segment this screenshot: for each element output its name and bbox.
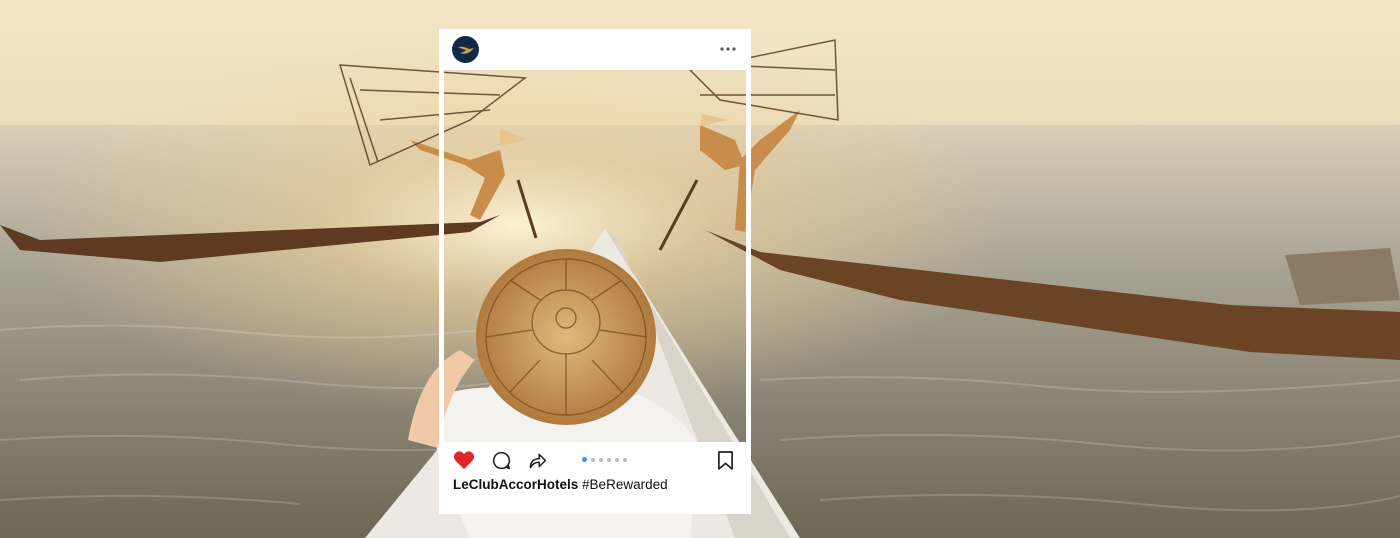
frame-border-left xyxy=(439,70,444,442)
carousel-dot xyxy=(623,457,627,462)
caption-hashtag[interactable]: #BeRewarded xyxy=(582,477,668,492)
carousel-dot xyxy=(607,457,611,462)
carousel-indicator xyxy=(582,457,627,462)
carousel-dot-active xyxy=(582,457,587,462)
frame-border-right xyxy=(746,70,751,442)
heart-filled-icon[interactable] xyxy=(452,448,476,472)
instagram-post-frame: LeClubAccorHotels #BeRewarded xyxy=(439,29,751,514)
caption-username[interactable]: LeClubAccorHotels xyxy=(453,477,578,492)
comment-icon[interactable] xyxy=(489,448,513,472)
bookmark-icon[interactable] xyxy=(713,448,737,472)
carousel-dot xyxy=(599,457,603,462)
post-action-bar xyxy=(452,448,737,472)
carousel-dot xyxy=(591,457,595,462)
share-arrow-icon[interactable] xyxy=(525,448,549,472)
carousel-dot xyxy=(615,457,619,462)
post-caption: LeClubAccorHotels #BeRewarded xyxy=(453,477,668,492)
more-horizontal-icon[interactable] xyxy=(718,39,738,59)
post-header xyxy=(439,29,751,70)
post-footer: LeClubAccorHotels #BeRewarded xyxy=(439,442,751,514)
accor-bird-logo-icon[interactable] xyxy=(452,36,479,63)
